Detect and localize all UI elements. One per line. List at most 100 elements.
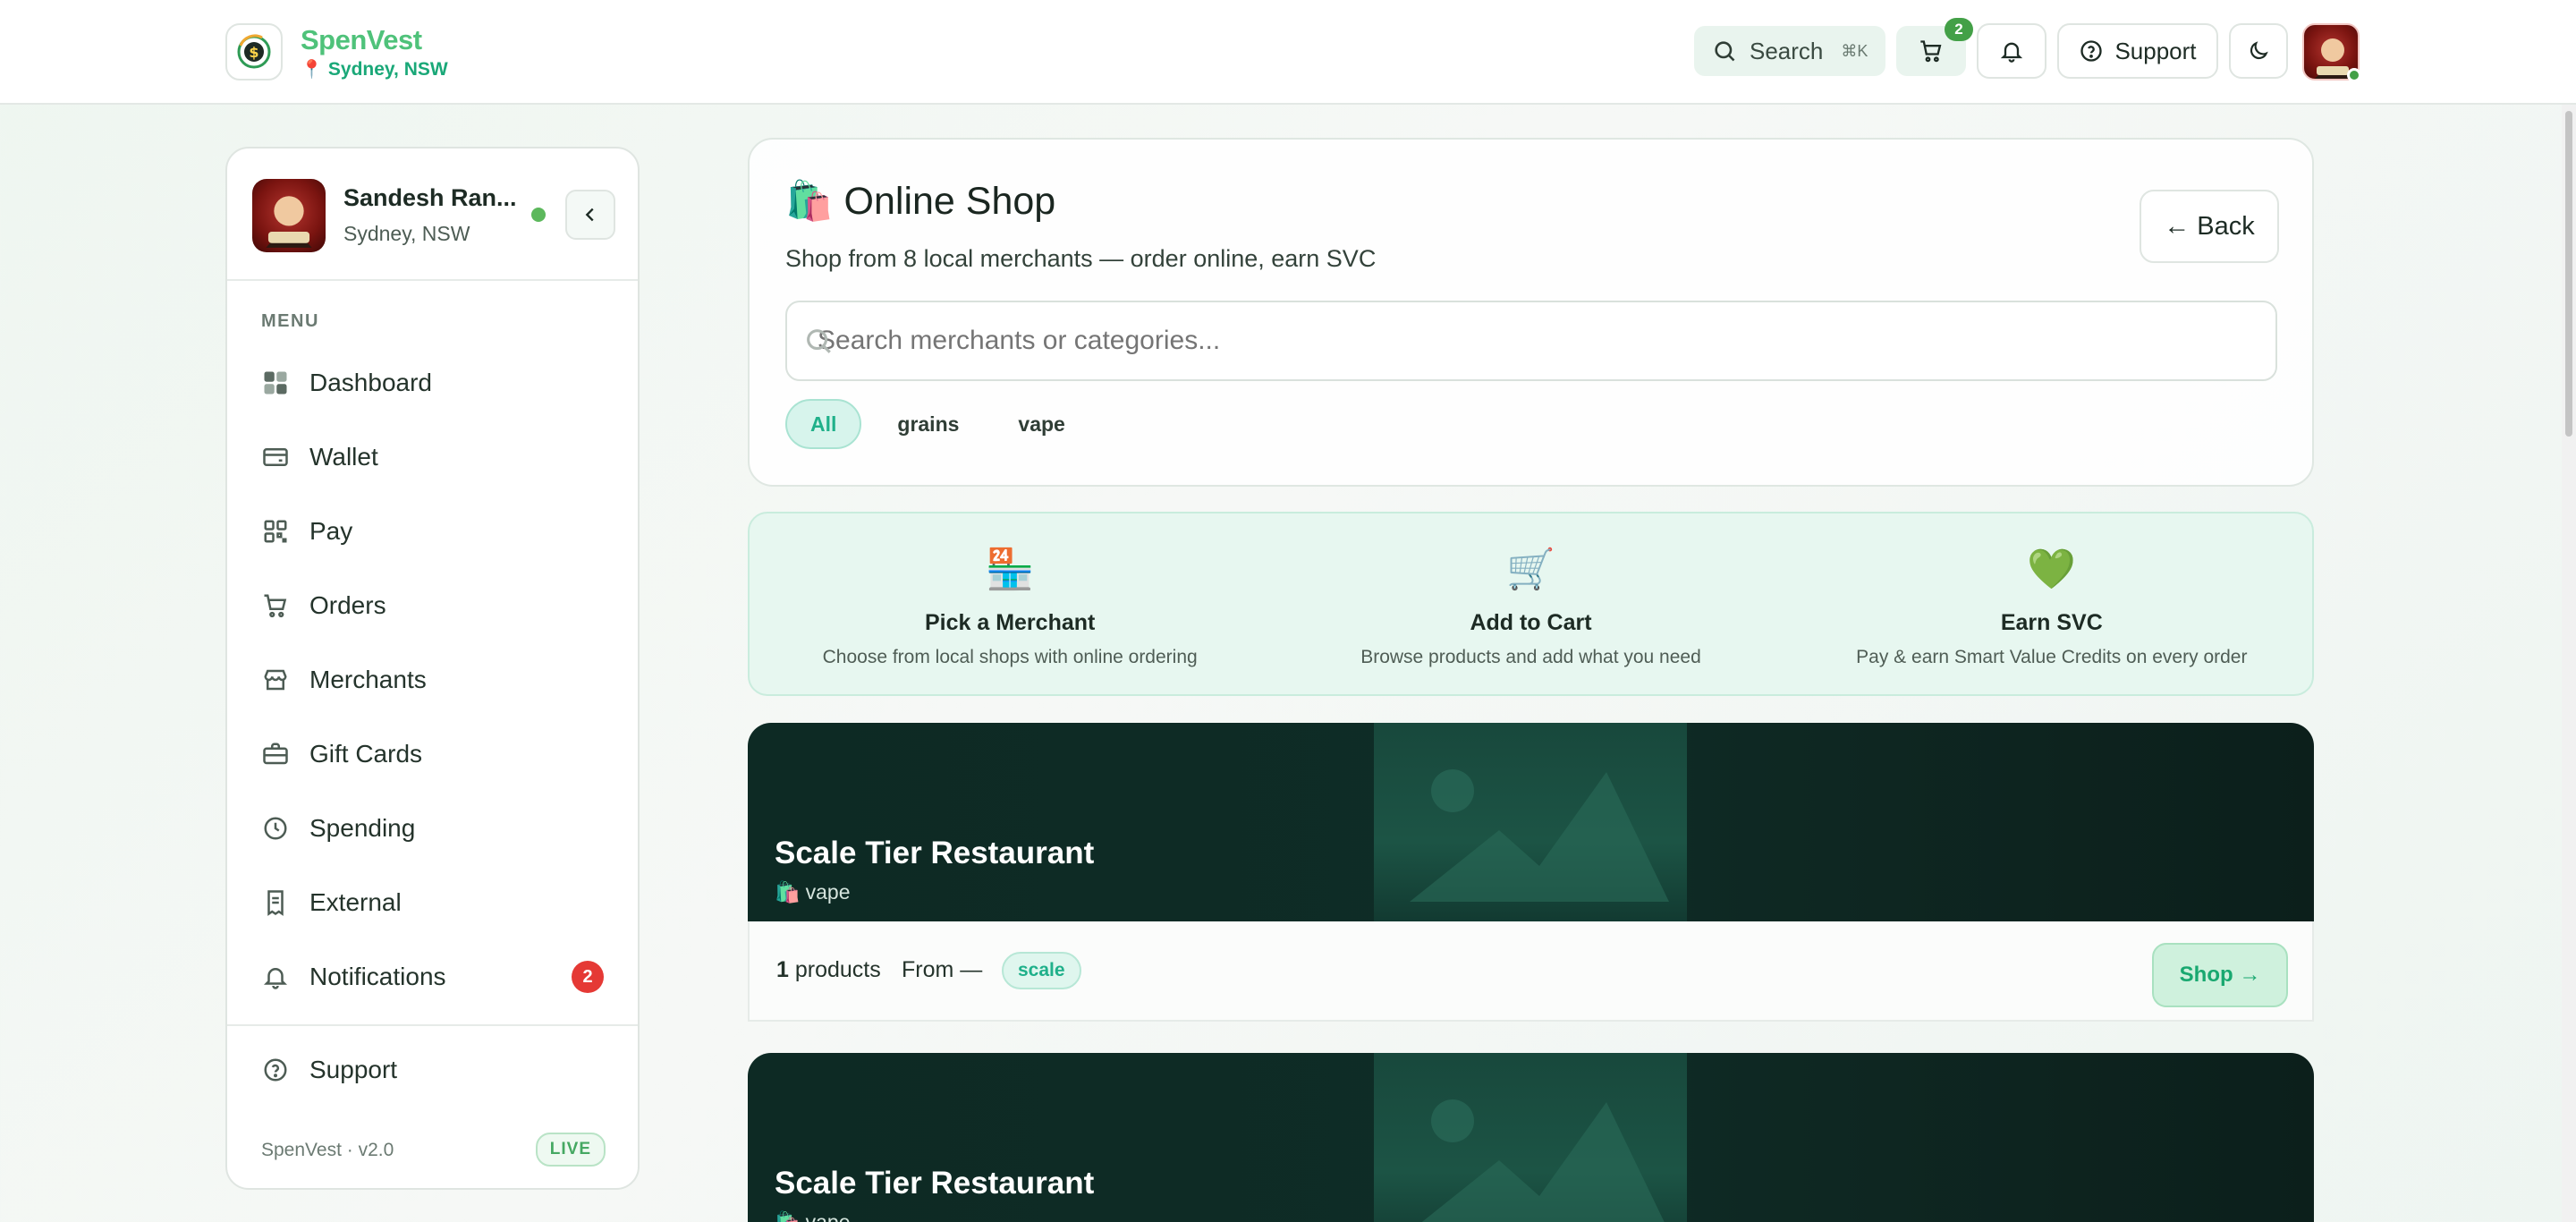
search-icon (807, 329, 831, 353)
filter-chip-all[interactable]: All (785, 399, 862, 449)
sidebar-item-label: Notifications (309, 962, 446, 990)
sidebar-item-label: External (309, 887, 402, 916)
sidebar-nav: Dashboard Wallet Pay Orders Merchants Gi… (227, 345, 638, 1014)
bell-icon (2000, 42, 2023, 63)
step-title: Pick a Merchant (924, 610, 1096, 635)
sidebar-item-label: Dashboard (309, 368, 432, 396)
brand-logo[interactable]: $ (225, 23, 283, 81)
sidebar-item-external[interactable]: External (227, 865, 638, 939)
back-button[interactable]: ← Back (2140, 190, 2279, 263)
search-shortcut: ⌘K (1841, 41, 1868, 60)
merchant-footer: 1 products From — scale Shop → (748, 921, 2314, 1022)
cart-count-badge: 2 (1945, 18, 1973, 41)
shopping-bags-icon: 🛍️ (785, 180, 834, 223)
step-title: Earn SVC (2000, 610, 2103, 635)
sidebar-item-support[interactable]: Support (261, 1043, 397, 1097)
svg-text:$: $ (249, 44, 258, 61)
filter-chip-grains[interactable]: grains (874, 399, 982, 449)
location-pin-icon: 📍 (301, 60, 323, 80)
moon-icon (2250, 41, 2268, 60)
step-title: Add to Cart (1470, 610, 1592, 635)
brand-name[interactable]: SpenVest (301, 24, 422, 56)
merchant-category: 🛍️ vape (775, 1210, 851, 1222)
how-it-works-band: 🏪 Pick a Merchant Choose from local shop… (748, 512, 2314, 696)
sidebar-item-label: Pay (309, 516, 353, 545)
sidebar-item-merchants[interactable]: Merchants (227, 642, 638, 717)
search-icon (1715, 41, 1735, 62)
image-placeholder-icon (1374, 1053, 1687, 1222)
green-heart-icon: 💚 (2027, 547, 2077, 591)
product-count-value: 1 (776, 957, 789, 982)
merchant-card[interactable]: Scale Tier Restaurant 🛍️ vape (748, 1053, 2314, 1222)
support-button[interactable]: Support (2057, 23, 2218, 79)
sidebar-support-label: Support (309, 1056, 398, 1083)
global-search-label: Search (1750, 37, 1824, 64)
sidebar-item-dashboard[interactable]: Dashboard (227, 345, 638, 420)
brand-location-text: Sydney, NSW (327, 58, 448, 80)
app-version: SpenVest · v2.0 (261, 1140, 394, 1160)
shopping-bags-icon: 🛍️ (775, 880, 801, 904)
live-status-badge: LIVE (535, 1133, 606, 1167)
page-title-text: Online Shop (843, 179, 1056, 223)
avatar-image (266, 196, 312, 248)
profile-location: Sydney, NSW (343, 222, 470, 245)
sidebar-item-spending[interactable]: Spending (227, 791, 638, 865)
sidebar-item-label: Merchants (309, 665, 427, 693)
sidebar-item-gift-cards[interactable]: Gift Cards (227, 717, 638, 791)
sidebar-item-label: Spending (309, 813, 416, 842)
chevron-left-icon (585, 208, 594, 222)
help-circle-icon (261, 1056, 290, 1084)
step-description: Browse products and add what you need (1360, 647, 1701, 667)
merchant-tag: scale (1002, 952, 1081, 989)
filter-chip-vape[interactable]: vape (995, 399, 1088, 449)
sidebar-item-label: Wallet (309, 442, 378, 471)
brand-location: 📍 Sydney, NSW (301, 58, 448, 81)
image-placeholder-icon (1374, 723, 1687, 921)
product-count-suffix: products (794, 957, 881, 982)
menu-section-title: MENU (261, 311, 319, 331)
sidebar-item-orders[interactable]: Orders (227, 568, 638, 642)
step-earn-svc: 💚 Earn SVC Pay & earn Smart Value Credit… (1792, 513, 2312, 694)
sidebar-divider (227, 1024, 638, 1026)
merchant-category: 🛍️ vape (775, 880, 851, 904)
cart-icon: 🛒 (1506, 547, 1555, 591)
sidebar-item-notifications[interactable]: Notifications 2 (227, 939, 638, 1014)
merchant-name: Scale Tier Restaurant (775, 836, 1095, 870)
online-status-dot (2347, 68, 2361, 82)
clock-icon (261, 814, 290, 843)
online-status-dot (531, 208, 546, 222)
support-label: Support (2114, 37, 2197, 64)
notifications-button[interactable] (1977, 23, 2046, 79)
category-filter-chips: All grains vape (785, 399, 1089, 449)
sidebar-item-wallet[interactable]: Wallet (227, 420, 638, 494)
step-description: Pay & earn Smart Value Credits on every … (1856, 647, 2248, 667)
sidebar-profile: Sandesh Ran... Sydney, NSW (227, 149, 638, 281)
price-from: From — (902, 957, 983, 982)
step-pick-merchant: 🏪 Pick a Merchant Choose from local shop… (750, 513, 1270, 694)
product-count: 1 products (776, 957, 881, 983)
page-subtitle: Shop from 8 local merchants — order onli… (785, 245, 1377, 272)
merchant-banner[interactable]: Scale Tier Restaurant 🛍️ vape (748, 1053, 2314, 1222)
grid-icon (261, 369, 290, 397)
merchant-name: Scale Tier Restaurant (775, 1166, 1095, 1201)
online-shop-header: 🛍️ Online Shop Shop from 8 local merchan… (748, 138, 2314, 487)
shop-button[interactable]: Shop → (2152, 943, 2288, 1007)
shopping-bags-icon: 🛍️ (775, 1210, 801, 1222)
page-title: 🛍️ Online Shop (785, 179, 1055, 224)
sidebar-item-pay[interactable]: Pay (227, 494, 638, 568)
sidebar: Sandesh Ran... Sydney, NSW MENU Dashboar… (225, 147, 640, 1190)
merchant-search-input[interactable] (785, 301, 2277, 381)
collapse-sidebar-button[interactable] (565, 190, 615, 240)
scrollbar-thumb[interactable] (2565, 111, 2572, 437)
cart-icon (261, 591, 290, 620)
theme-toggle-button[interactable] (2229, 23, 2288, 79)
gift-card-icon (261, 740, 290, 768)
merchant-banner[interactable]: Scale Tier Restaurant 🛍️ vape (748, 723, 2314, 921)
profile-avatar[interactable] (252, 179, 326, 252)
step-description: Choose from local shops with online orde… (822, 647, 1198, 667)
qr-icon (261, 517, 290, 546)
sidebar-item-label: Orders (309, 590, 386, 619)
merchant-card[interactable]: Scale Tier Restaurant 🛍️ vape 1 products… (748, 723, 2314, 1022)
global-search-button[interactable]: Search ⌘K (1694, 26, 1885, 76)
dollar-coin-icon: $ (237, 34, 271, 69)
